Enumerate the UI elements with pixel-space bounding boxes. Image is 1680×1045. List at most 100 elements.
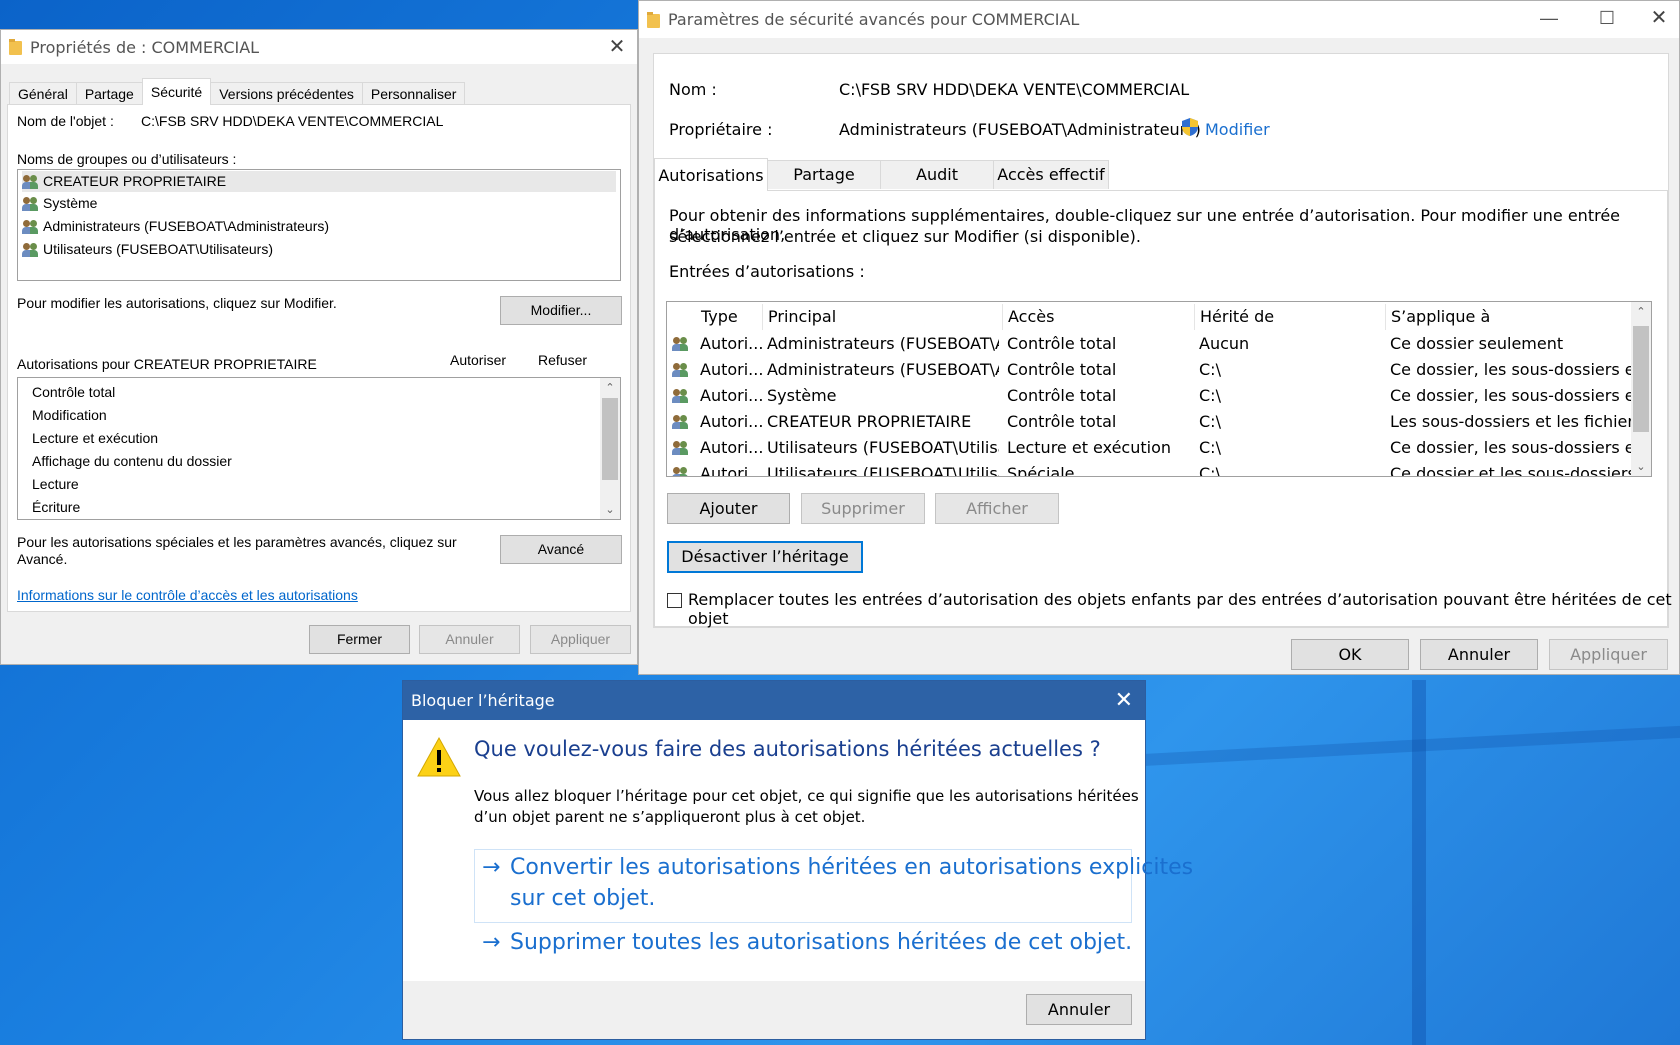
shield-icon (1182, 118, 1198, 136)
remove-button[interactable]: Supprimer (801, 493, 925, 524)
properties-window: Propriétés de : COMMERCIAL ✕ Général Par… (0, 29, 638, 665)
grid-header: Type Principal Accès Hérité de S’appliqu… (667, 304, 1631, 330)
cancel-button[interactable]: Annuler (419, 625, 520, 654)
permission-row: Contrôle total (32, 384, 116, 400)
scroll-thumb[interactable] (602, 398, 618, 480)
maximize-icon[interactable]: ☐ (1587, 5, 1627, 31)
remove-option-text: Supprimer toutes les autorisations hérit… (510, 930, 1133, 955)
tab-security[interactable]: Sécurité (141, 78, 212, 105)
cancel-button[interactable]: Annuler (1420, 639, 1538, 670)
table-row[interactable]: Autori... Système Contrôle total C:\ Ce … (667, 383, 1631, 409)
table-row[interactable]: Autori... Utilisateurs (FUSEBOAT\Utilisa… (667, 435, 1631, 461)
column-access[interactable]: Accès (1003, 304, 1195, 330)
scroll-down-icon[interactable]: ⌄ (1631, 460, 1651, 473)
close-icon[interactable]: ✕ (1645, 5, 1673, 31)
users-icon (672, 440, 689, 455)
dialog-title: Bloquer l’héritage (411, 691, 555, 710)
entries-scrollbar[interactable]: ⌃ ⌄ (1631, 302, 1651, 476)
tab-general[interactable]: Général (9, 82, 77, 105)
column-applies-to[interactable]: S’applique à (1386, 304, 1631, 330)
apply-button[interactable]: Appliquer (530, 625, 631, 654)
access-control-info-link[interactable]: Informations sur le contrôle d’accès et … (17, 587, 358, 603)
deny-header: Refuser (538, 352, 588, 368)
table-row[interactable]: Autori... Administrateurs (FUSEBOAT\A...… (667, 357, 1631, 383)
name-value: C:\FSB SRV HDD\DEKA VENTE\COMMERCIAL (839, 80, 1190, 99)
replace-child-entries-checkbox[interactable] (667, 593, 682, 608)
cell-type: Autori... (700, 438, 763, 457)
cell-principal: Administrateurs (FUSEBOAT\A... (767, 334, 999, 353)
table-row[interactable]: Autori... CREATEUR PROPRIETAIRE Contrôle… (667, 409, 1631, 435)
scroll-down-icon[interactable]: ⌄ (600, 503, 620, 516)
scroll-up-icon[interactable]: ⌃ (1631, 305, 1651, 318)
dialog-cancel-button[interactable]: Annuler (1026, 994, 1132, 1025)
users-listbox[interactable]: CREATEUR PROPRIETAIRE Système Administra… (17, 169, 621, 281)
permission-entries-grid[interactable]: Type Principal Accès Hérité de S’appliqu… (666, 301, 1652, 477)
apply-button[interactable]: Appliquer (1549, 639, 1668, 670)
cell-inherited: C:\ (1199, 386, 1221, 405)
info-text-2: sélectionnez l’entrée et cliquez sur Mod… (669, 227, 1141, 246)
dialog-body-2: d’un objet parent ne s’appliqueront plus… (474, 808, 866, 826)
cell-principal: Utilisateurs (FUSEBOAT\Utilisat... (767, 438, 999, 457)
tab-permissions[interactable]: Autorisations (654, 158, 768, 191)
allow-header: Autoriser (450, 352, 507, 368)
user-label: Système (43, 195, 98, 211)
folder-icon (9, 39, 22, 55)
user-label: Utilisateurs (FUSEBOAT\Utilisateurs) (43, 241, 274, 257)
column-principal[interactable]: Principal (763, 304, 1003, 330)
cell-applies: Les sous-dossiers et les fichier... (1390, 412, 1631, 431)
cell-applies: Ce dossier, les sous-dossiers e... (1390, 386, 1631, 405)
warning-icon (417, 736, 461, 777)
cell-access: Contrôle total (1007, 360, 1117, 379)
modify-button[interactable]: Modifier... (500, 296, 622, 325)
close-button[interactable]: Fermer (309, 625, 410, 654)
cell-applies: Ce dossier et les sous-dossiers (1390, 464, 1631, 477)
user-label: CREATEUR PROPRIETAIRE (43, 173, 227, 189)
advanced-button[interactable]: Avancé (500, 535, 622, 564)
column-type[interactable]: Type (696, 304, 763, 330)
properties-titlebar: Propriétés de : COMMERCIAL ✕ (1, 30, 637, 64)
owner-value: Administrateurs (FUSEBOAT\Administrateur… (839, 120, 1201, 139)
column-inherited-from[interactable]: Hérité de (1195, 304, 1386, 330)
users-icon (22, 196, 39, 211)
cell-access: Lecture et exécution (1007, 438, 1172, 457)
permissions-scrollbar[interactable]: ⌃ ⌄ (600, 378, 620, 519)
remove-inherited-option[interactable]: → Supprimer toutes les autorisations hér… (482, 930, 1132, 962)
ok-button[interactable]: OK (1291, 639, 1409, 670)
table-row[interactable]: Autori... Utilisateurs (FUSEBOAT\Utilisa… (667, 461, 1631, 477)
cell-access: Spéciale (1007, 464, 1075, 477)
close-icon[interactable]: ✕ (603, 34, 631, 60)
users-icon (22, 219, 39, 234)
add-button[interactable]: Ajouter (667, 493, 790, 524)
tab-previous-versions[interactable]: Versions précédentes (210, 82, 363, 105)
cell-inherited: Aucun (1199, 334, 1250, 353)
users-icon (672, 414, 689, 429)
tab-effective-access[interactable]: Accès effectif (993, 160, 1109, 189)
disable-inheritance-button[interactable]: Désactiver l’héritage (667, 541, 863, 573)
owner-modify-link[interactable]: Modifier (1205, 120, 1270, 139)
scroll-thumb[interactable] (1633, 326, 1649, 432)
view-button[interactable]: Afficher (935, 493, 1059, 524)
users-icon (672, 362, 689, 377)
scroll-up-icon[interactable]: ⌃ (600, 381, 620, 394)
tab-customize[interactable]: Personnaliser (361, 82, 466, 105)
advanced-title: Paramètres de sécurité avancés pour COMM… (668, 10, 1080, 29)
convert-option-text-1: Convertir les autorisations héritées en … (510, 855, 1194, 880)
cell-principal: CREATEUR PROPRIETAIRE (767, 412, 972, 431)
list-item[interactable]: CREATEUR PROPRIETAIRE (22, 171, 616, 192)
cell-applies: Ce dossier seulement (1390, 334, 1564, 353)
tab-sharing[interactable]: Partage (767, 160, 881, 189)
permission-row: Affichage du contenu du dossier (32, 453, 232, 469)
list-item[interactable]: Système (22, 193, 97, 214)
tab-sharing[interactable]: Partage (75, 82, 143, 105)
entries-label: Entrées d’autorisations : (669, 262, 865, 281)
minimize-icon[interactable]: — (1529, 5, 1569, 31)
close-icon[interactable]: ✕ (1115, 681, 1133, 720)
list-item[interactable]: Administrateurs (FUSEBOAT\Administrateur… (22, 216, 329, 237)
cell-type: Autori... (700, 412, 763, 431)
security-panel: Nom de l'objet : C:\FSB SRV HDD\DEKA VEN… (7, 104, 631, 612)
table-row[interactable]: Autori... Administrateurs (FUSEBOAT\A...… (667, 331, 1631, 357)
list-item[interactable]: Utilisateurs (FUSEBOAT\Utilisateurs) (22, 239, 273, 260)
tab-audit[interactable]: Audit (880, 160, 994, 189)
advanced-hint-2: Avancé. (17, 551, 68, 567)
dialog-body-1: Vous allez bloquer l’héritage pour cet o… (474, 787, 1139, 805)
